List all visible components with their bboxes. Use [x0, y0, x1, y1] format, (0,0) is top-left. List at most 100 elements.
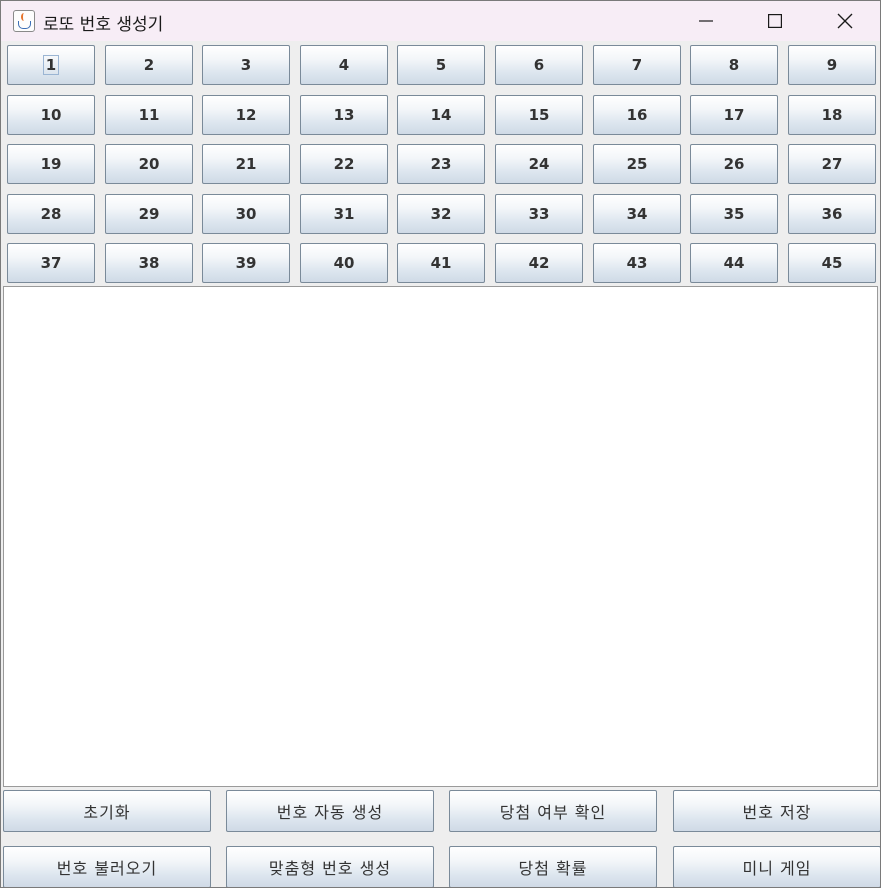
number-button-27[interactable]: 27	[788, 144, 876, 184]
number-button-34[interactable]: 34	[593, 194, 681, 234]
number-button-17[interactable]: 17	[690, 95, 778, 135]
number-button-label: 40	[333, 254, 355, 272]
number-button-22[interactable]: 22	[300, 144, 388, 184]
number-button-label: 18	[821, 106, 843, 124]
number-button-label: 2	[143, 56, 155, 74]
number-button-label: 15	[528, 106, 550, 124]
number-button-label: 17	[723, 106, 745, 124]
number-button-4[interactable]: 4	[300, 45, 388, 85]
number-button-label: 24	[528, 155, 550, 173]
title-bar[interactable]: 로또 번호 생성기	[1, 1, 880, 41]
number-button-15[interactable]: 15	[495, 95, 583, 135]
number-button-label: 8	[728, 56, 740, 74]
number-button-12[interactable]: 12	[202, 95, 290, 135]
mini-game-button[interactable]: 미니 게임	[673, 846, 880, 887]
number-button-5[interactable]: 5	[397, 45, 485, 85]
number-button-31[interactable]: 31	[300, 194, 388, 234]
number-button-label: 44	[723, 254, 745, 272]
number-button-label: 28	[40, 205, 62, 223]
number-button-label: 12	[235, 106, 257, 124]
number-button-33[interactable]: 33	[495, 194, 583, 234]
number-button-29[interactable]: 29	[105, 194, 193, 234]
number-button-18[interactable]: 18	[788, 95, 876, 135]
number-button-21[interactable]: 21	[202, 144, 290, 184]
save-numbers-button[interactable]: 번호 저장	[673, 790, 880, 832]
number-grid: 1 2 3 4 5 6 7 8 9 10 11 12 13 14 15 16 17 18 19 20 21 22 23 24 2…	[7, 45, 877, 285]
number-button-label: 23	[430, 155, 452, 173]
number-button-label: 11	[138, 106, 160, 124]
reset-button[interactable]: 초기화	[3, 790, 211, 832]
number-button-label: 4	[338, 56, 350, 74]
number-button-39[interactable]: 39	[202, 243, 290, 283]
number-button-label: 45	[821, 254, 843, 272]
number-button-label: 19	[40, 155, 62, 173]
number-button-35[interactable]: 35	[690, 194, 778, 234]
number-button-11[interactable]: 11	[105, 95, 193, 135]
number-button-30[interactable]: 30	[202, 194, 290, 234]
number-button-43[interactable]: 43	[593, 243, 681, 283]
number-button-label: 41	[430, 254, 452, 272]
number-button-28[interactable]: 28	[7, 194, 95, 234]
win-probability-button[interactable]: 당첨 확률	[449, 846, 657, 887]
custom-generate-button[interactable]: 맞춤형 번호 생성	[226, 846, 434, 887]
number-button-20[interactable]: 20	[105, 144, 193, 184]
number-button-label: 9	[826, 56, 838, 74]
number-button-label: 37	[40, 254, 62, 272]
number-button-25[interactable]: 25	[593, 144, 681, 184]
check-win-button[interactable]: 당첨 여부 확인	[449, 790, 657, 832]
number-button-19[interactable]: 19	[7, 144, 95, 184]
number-button-label: 33	[528, 205, 550, 223]
number-button-label: 7	[631, 56, 643, 74]
number-button-label: 14	[430, 106, 452, 124]
maximize-icon[interactable]	[740, 1, 810, 41]
number-button-3[interactable]: 3	[202, 45, 290, 85]
number-button-label: 34	[626, 205, 648, 223]
number-button-label: 31	[333, 205, 355, 223]
number-button-37[interactable]: 37	[7, 243, 95, 283]
number-button-44[interactable]: 44	[690, 243, 778, 283]
number-button-14[interactable]: 14	[397, 95, 485, 135]
number-button-2[interactable]: 2	[105, 45, 193, 85]
number-button-label: 32	[430, 205, 452, 223]
number-button-label: 36	[821, 205, 843, 223]
number-button-24[interactable]: 24	[495, 144, 583, 184]
number-button-32[interactable]: 32	[397, 194, 485, 234]
number-button-41[interactable]: 41	[397, 243, 485, 283]
number-button-label: 26	[723, 155, 745, 173]
number-button-label: 3	[240, 56, 252, 74]
number-button-16[interactable]: 16	[593, 95, 681, 135]
number-button-26[interactable]: 26	[690, 144, 778, 184]
auto-generate-button[interactable]: 번호 자동 생성	[226, 790, 434, 832]
number-button-8[interactable]: 8	[690, 45, 778, 85]
number-button-label: 29	[138, 205, 160, 223]
number-button-9[interactable]: 9	[788, 45, 876, 85]
close-icon[interactable]	[810, 1, 880, 41]
number-button-label: 38	[138, 254, 160, 272]
number-button-label: 1	[42, 55, 60, 75]
number-button-label: 20	[138, 155, 160, 173]
number-button-label: 21	[235, 155, 257, 173]
number-button-38[interactable]: 38	[105, 243, 193, 283]
number-button-label: 6	[533, 56, 545, 74]
number-button-45[interactable]: 45	[788, 243, 876, 283]
number-button-1[interactable]: 1	[7, 45, 95, 85]
number-button-label: 13	[333, 106, 355, 124]
minimize-icon[interactable]	[671, 1, 741, 41]
app-window: 로또 번호 생성기 1 2 3 4 5 6 7 8 9 10 11 12 13 14 15 16 17 18 19 2…	[0, 0, 881, 888]
number-button-label: 25	[626, 155, 648, 173]
number-button-23[interactable]: 23	[397, 144, 485, 184]
number-button-36[interactable]: 36	[788, 194, 876, 234]
number-button-10[interactable]: 10	[7, 95, 95, 135]
load-numbers-button[interactable]: 번호 불러오기	[3, 846, 211, 887]
number-button-6[interactable]: 6	[495, 45, 583, 85]
number-button-label: 10	[40, 106, 62, 124]
number-button-label: 30	[235, 205, 257, 223]
window-title: 로또 번호 생성기	[43, 15, 164, 35]
number-button-40[interactable]: 40	[300, 243, 388, 283]
number-button-label: 35	[723, 205, 745, 223]
number-button-7[interactable]: 7	[593, 45, 681, 85]
output-text-area[interactable]	[3, 286, 878, 787]
number-button-label: 5	[435, 56, 447, 74]
number-button-42[interactable]: 42	[495, 243, 583, 283]
number-button-13[interactable]: 13	[300, 95, 388, 135]
